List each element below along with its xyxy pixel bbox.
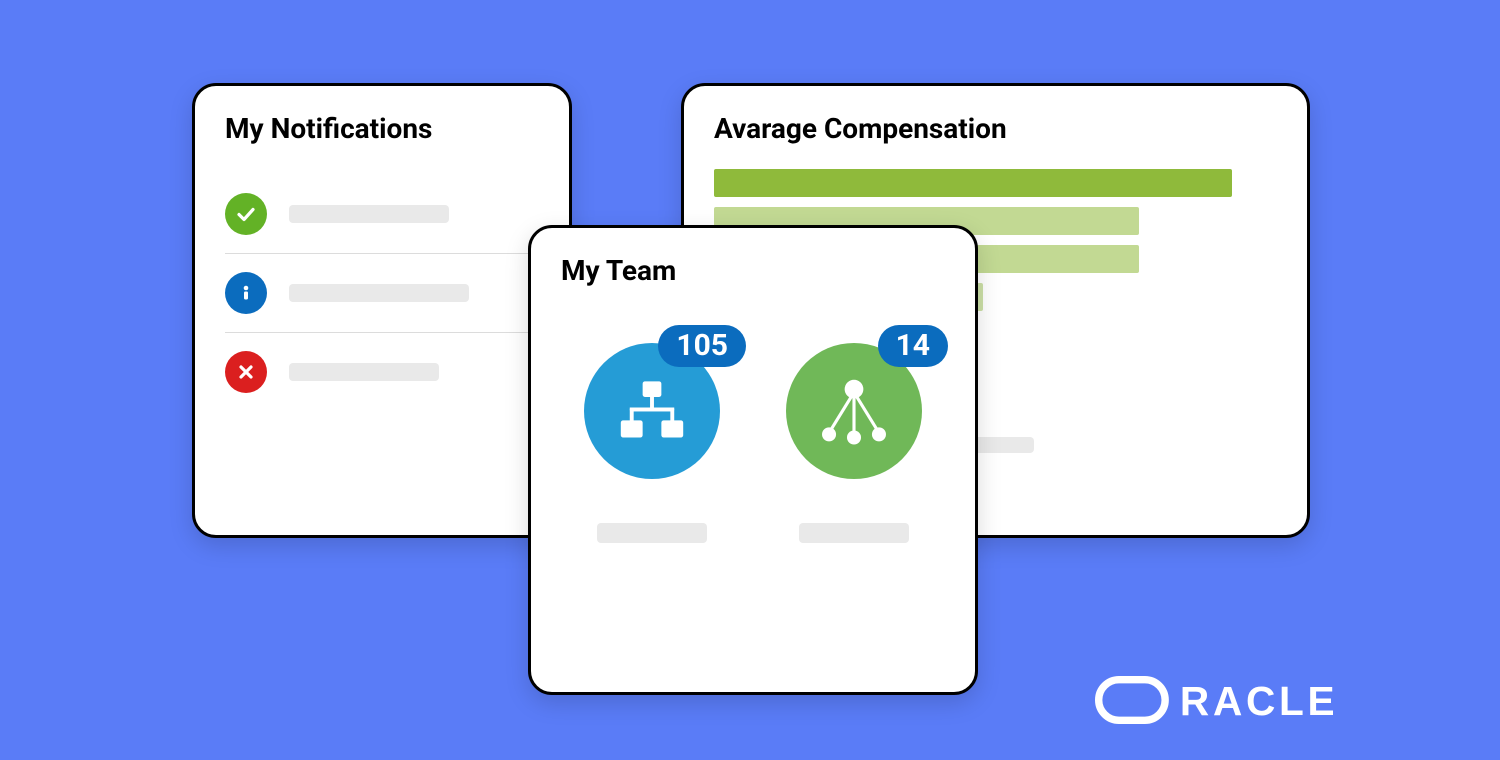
team-title: My Team: [531, 228, 975, 305]
count-badge: 14: [878, 325, 948, 367]
network-icon: 14: [786, 343, 922, 479]
notifications-title: My Notifications: [195, 86, 569, 163]
skeleton-line: [597, 523, 707, 543]
team-item-org-chart[interactable]: 105: [562, 323, 742, 543]
x-circle-icon: [225, 351, 267, 393]
svg-text:RACLE: RACLE: [1180, 678, 1338, 724]
oracle-logo: RACLE: [1095, 676, 1446, 724]
skeleton-line: [289, 363, 439, 381]
skeleton-line: [289, 205, 449, 223]
count-badge: 105: [658, 325, 746, 367]
notification-item[interactable]: [225, 332, 539, 411]
team-items: 105 14: [531, 305, 975, 543]
chart-bar: [714, 169, 1232, 197]
team-card: My Team 105: [528, 225, 978, 695]
skeleton-line: [799, 523, 909, 543]
info-circle-icon: [225, 272, 267, 314]
notification-item[interactable]: [225, 253, 539, 332]
compensation-title: Avarage Compensation: [684, 86, 1307, 163]
notifications-list: [195, 163, 569, 411]
skeleton-line: [289, 284, 469, 302]
notification-item[interactable]: [225, 175, 539, 253]
org-chart-icon: 105: [584, 343, 720, 479]
notifications-card: My Notifications: [192, 83, 572, 538]
check-circle-icon: [225, 193, 267, 235]
team-item-network[interactable]: 14: [764, 323, 944, 543]
